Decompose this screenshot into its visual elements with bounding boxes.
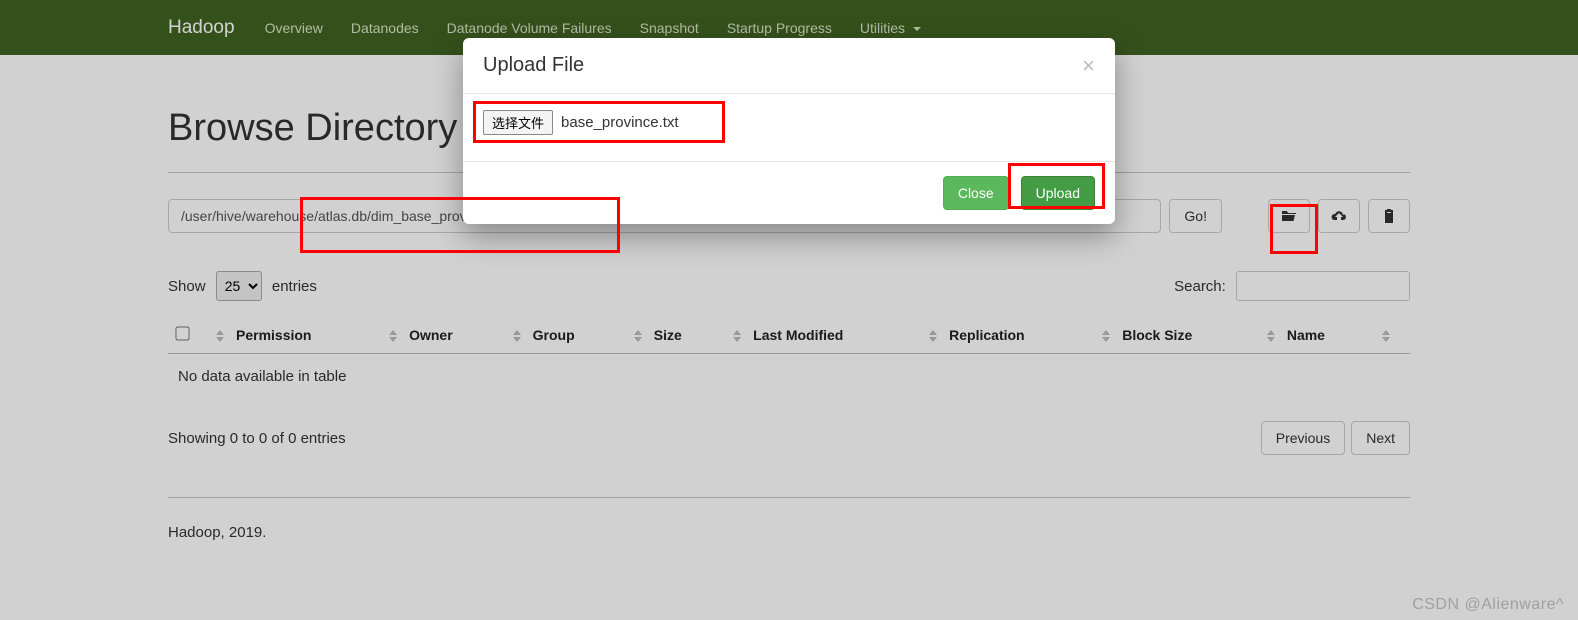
show-prefix: Show <box>168 278 206 295</box>
upload-modal: Upload File × 选择文件 base_province.txt Clo… <box>463 38 1115 224</box>
choose-file-button[interactable]: 选择文件 <box>483 110 553 135</box>
cut-button[interactable] <box>1368 199 1410 233</box>
cloud-upload-icon <box>1331 208 1347 224</box>
sort-icon[interactable] <box>389 330 403 342</box>
nav-startup-progress[interactable]: Startup Progress <box>727 20 832 36</box>
col-block-size[interactable]: Block Size <box>1122 327 1192 343</box>
close-button[interactable]: Close <box>943 176 1009 210</box>
upload-button[interactable]: Upload <box>1021 176 1095 210</box>
search-label: Search: <box>1174 278 1226 295</box>
table-status: Showing 0 to 0 of 0 entries <box>168 430 346 447</box>
caret-down-icon <box>913 27 921 31</box>
search-group: Search: <box>1174 271 1410 301</box>
nav-overview[interactable]: Overview <box>265 20 323 36</box>
col-owner[interactable]: Owner <box>409 327 453 343</box>
divider <box>168 497 1410 498</box>
file-table: Permission Owner Group Size Last Modifie… <box>168 317 1410 399</box>
selected-filename: base_province.txt <box>561 114 679 131</box>
page-length-select[interactable]: 25 <box>216 271 262 301</box>
col-replication[interactable]: Replication <box>949 327 1024 343</box>
clipboard-icon <box>1381 208 1397 224</box>
sort-icon[interactable] <box>1267 330 1281 342</box>
nav-datanodes[interactable]: Datanodes <box>351 20 419 36</box>
previous-button[interactable]: Previous <box>1261 421 1345 455</box>
next-button[interactable]: Next <box>1351 421 1410 455</box>
sort-icon[interactable] <box>1102 330 1116 342</box>
folder-open-icon <box>1281 208 1297 224</box>
sort-icon[interactable] <box>929 330 943 342</box>
col-name[interactable]: Name <box>1287 327 1325 343</box>
copyright: Hadoop, 2019. <box>168 524 1410 541</box>
sort-icon[interactable] <box>1382 330 1396 342</box>
nav-volume-failures[interactable]: Datanode Volume Failures <box>447 20 612 36</box>
nav-utilities[interactable]: Utilities <box>860 20 921 36</box>
modal-title: Upload File <box>483 54 584 77</box>
sort-icon[interactable] <box>634 330 648 342</box>
table-row: No data available in table <box>168 354 1410 400</box>
nav-snapshot[interactable]: Snapshot <box>640 20 699 36</box>
upload-file-button[interactable] <box>1318 199 1360 233</box>
search-input[interactable] <box>1236 271 1410 301</box>
empty-message: No data available in table <box>168 354 1410 400</box>
sort-icon[interactable] <box>733 330 747 342</box>
col-last-modified[interactable]: Last Modified <box>753 327 843 343</box>
col-size[interactable]: Size <box>654 327 682 343</box>
sort-icon[interactable] <box>513 330 527 342</box>
col-permission[interactable]: Permission <box>236 327 311 343</box>
brand[interactable]: Hadoop <box>168 17 235 39</box>
watermark: CSDN @Alienware^ <box>1412 596 1564 614</box>
show-suffix: entries <box>272 278 317 295</box>
close-icon[interactable]: × <box>1082 55 1095 77</box>
new-folder-button[interactable] <box>1268 199 1310 233</box>
go-button[interactable]: Go! <box>1169 199 1222 233</box>
col-group[interactable]: Group <box>533 327 575 343</box>
select-all-checkbox[interactable] <box>175 326 189 340</box>
page-length: Show 25 entries <box>168 271 317 301</box>
sort-icon[interactable] <box>216 330 230 342</box>
